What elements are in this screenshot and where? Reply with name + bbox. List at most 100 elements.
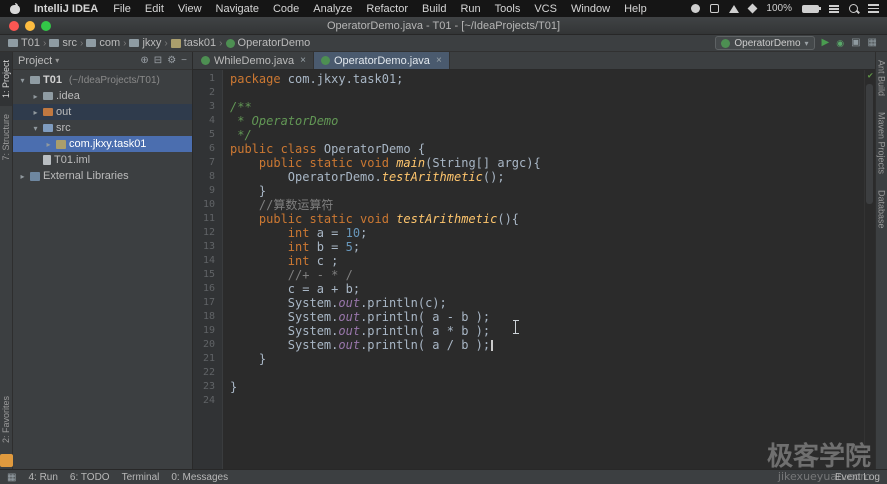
- code-line[interactable]: public static void testArithmetic(){: [230, 212, 875, 226]
- menu-run[interactable]: Run: [453, 3, 487, 15]
- favorites-icon[interactable]: [0, 454, 13, 467]
- tree-item-t01[interactable]: ▾ T01 (~/IdeaProjects/T01): [13, 72, 192, 88]
- breadcrumb-operatordemo[interactable]: OperatorDemo: [224, 37, 313, 49]
- toolwindow-2-favorites[interactable]: 2: Favorites: [0, 388, 12, 451]
- tab-operatordemo-java[interactable]: OperatorDemo.java ×: [313, 52, 450, 69]
- bluetooth-status-icon[interactable]: [747, 3, 758, 14]
- menu-analyze[interactable]: Analyze: [306, 3, 359, 15]
- inspection-status-icon[interactable]: ✔: [868, 71, 873, 81]
- tree-item-external-libraries[interactable]: ▸ External Libraries: [13, 168, 192, 184]
- code-line[interactable]: [230, 366, 875, 380]
- code-line[interactable]: }: [230, 184, 875, 198]
- toolwindow-7-structure[interactable]: 7: Structure: [0, 106, 12, 169]
- tab-whiledemo-java[interactable]: WhileDemo.java ×: [194, 52, 314, 69]
- code-line[interactable]: /**: [230, 100, 875, 114]
- menu-tools[interactable]: Tools: [488, 3, 528, 15]
- statusbar-0-messages[interactable]: 0: Messages: [171, 472, 228, 483]
- menu-window[interactable]: Window: [564, 3, 617, 15]
- code-line[interactable]: //+ - * /: [230, 268, 875, 282]
- code-line[interactable]: //算数运算符: [230, 198, 875, 212]
- gear-icon[interactable]: ⚙: [167, 55, 176, 66]
- battery-icon[interactable]: [802, 4, 821, 13]
- event-log-button[interactable]: Event Log: [835, 472, 880, 483]
- run-button[interactable]: ▶: [822, 38, 830, 48]
- code-line[interactable]: */: [230, 128, 875, 142]
- menu-code[interactable]: Code: [266, 3, 306, 15]
- toolwindow-switcher-icon[interactable]: ▦: [7, 472, 16, 483]
- tree-item-idea[interactable]: ▸ .idea: [13, 88, 192, 104]
- code-line[interactable]: [230, 394, 875, 408]
- tree-item-src[interactable]: ▾ src: [13, 120, 192, 136]
- toolwindow-maven-projects[interactable]: Maven Projects: [876, 104, 887, 182]
- apple-menu-icon[interactable]: [10, 3, 20, 14]
- notification-center-icon[interactable]: [868, 4, 879, 13]
- breadcrumb-task01[interactable]: task01: [169, 37, 218, 49]
- breadcrumb-t01[interactable]: T01: [6, 37, 42, 49]
- breadcrumb-src[interactable]: src: [47, 37, 79, 49]
- code-line[interactable]: public static void main(String[] argc){: [230, 156, 875, 170]
- menu-edit[interactable]: Edit: [138, 3, 171, 15]
- menu-file[interactable]: File: [106, 3, 138, 15]
- toolwindow-1-project[interactable]: 1: Project: [0, 52, 12, 107]
- close-window-button[interactable]: [9, 21, 19, 31]
- tree-item-out[interactable]: ▸ out: [13, 104, 192, 120]
- keyboard-status-icon[interactable]: [710, 4, 720, 13]
- tree-item-t01-iml[interactable]: T01.iml: [13, 152, 192, 168]
- code-line[interactable]: public class OperatorDemo {: [230, 142, 875, 156]
- tree-expander-icon[interactable]: ▸: [31, 108, 40, 117]
- project-scope-selector[interactable]: Project: [18, 55, 52, 67]
- close-icon[interactable]: ×: [300, 55, 306, 66]
- code-line[interactable]: }: [230, 380, 875, 394]
- code-line[interactable]: int b = 5;: [230, 240, 875, 254]
- code-line[interactable]: * OperatorDemo: [230, 114, 875, 128]
- run-config-selector[interactable]: OperatorDemo ▾: [715, 36, 815, 50]
- code-line[interactable]: System.out.println( a / b );: [230, 338, 875, 352]
- menu-build[interactable]: Build: [415, 3, 453, 15]
- display-status-icon[interactable]: [829, 4, 839, 13]
- code-line[interactable]: }: [230, 352, 875, 366]
- menu-navigate[interactable]: Navigate: [209, 3, 266, 15]
- tree-item-com-jkxy-task01[interactable]: ▸ com.jkxy.task01: [13, 136, 192, 152]
- coverage-button[interactable]: ▣: [851, 38, 860, 48]
- menu-view[interactable]: View: [171, 3, 209, 15]
- toolwindow-ant-build[interactable]: Ant Build: [876, 52, 887, 104]
- statusbar-6-todo[interactable]: 6: TODO: [70, 472, 110, 483]
- tree-expander-icon[interactable]: ▸: [31, 92, 40, 101]
- breadcrumb-com[interactable]: com: [84, 37, 122, 49]
- editor[interactable]: 1 2 3 4 5 6 7 8 9 10 11 12 13 14 15 16 17 18 19 20 21 22 23 24 …: [193, 70, 875, 469]
- app-status-icon[interactable]: [691, 4, 701, 13]
- debug-button[interactable]: ◉: [836, 38, 844, 48]
- tool-windows-grid-icon[interactable]: ▦: [868, 38, 877, 48]
- close-icon[interactable]: ×: [436, 55, 442, 66]
- code-area[interactable]: package com.jkxy.task01; /** * OperatorDe…: [223, 70, 875, 469]
- code-line[interactable]: System.out.println( a * b );: [230, 324, 875, 338]
- menu-help[interactable]: Help: [617, 3, 654, 15]
- scroll-to-source-icon[interactable]: ⊕: [140, 55, 148, 66]
- code-line[interactable]: package com.jkxy.task01;: [230, 72, 875, 86]
- tree-expander-icon[interactable]: ▾: [18, 76, 27, 85]
- app-menu[interactable]: IntelliJ IDEA: [26, 3, 106, 15]
- tree-expander-icon[interactable]: ▸: [18, 172, 27, 181]
- code-line[interactable]: [230, 86, 875, 100]
- spotlight-search-icon[interactable]: [849, 4, 858, 13]
- statusbar-4-run[interactable]: 4: Run: [28, 472, 57, 483]
- code-line[interactable]: c = a + b;: [230, 282, 875, 296]
- tree-expander-icon[interactable]: ▸: [44, 140, 53, 149]
- collapse-all-icon[interactable]: ⊟: [154, 55, 162, 66]
- toolwindow-database[interactable]: Database: [876, 182, 887, 237]
- eject-status-icon[interactable]: [729, 4, 740, 13]
- code-line[interactable]: OperatorDemo.testArithmetic();: [230, 170, 875, 184]
- minimize-window-button[interactable]: [25, 21, 35, 31]
- code-line[interactable]: int c ;: [230, 254, 875, 268]
- hide-panel-icon[interactable]: −: [181, 55, 187, 66]
- tree-expander-icon[interactable]: ▾: [31, 124, 40, 133]
- menu-vcs[interactable]: VCS: [527, 3, 564, 15]
- editor-scrollbar[interactable]: [866, 84, 873, 204]
- code-line[interactable]: System.out.println(c);: [230, 296, 875, 310]
- breadcrumb-jkxy[interactable]: jkxy: [127, 37, 163, 49]
- zoom-window-button[interactable]: [41, 21, 51, 31]
- code-line[interactable]: System.out.println( a - b );: [230, 310, 875, 324]
- statusbar-terminal[interactable]: Terminal: [122, 472, 160, 483]
- menu-refactor[interactable]: Refactor: [359, 3, 415, 15]
- code-line[interactable]: int a = 10;: [230, 226, 875, 240]
